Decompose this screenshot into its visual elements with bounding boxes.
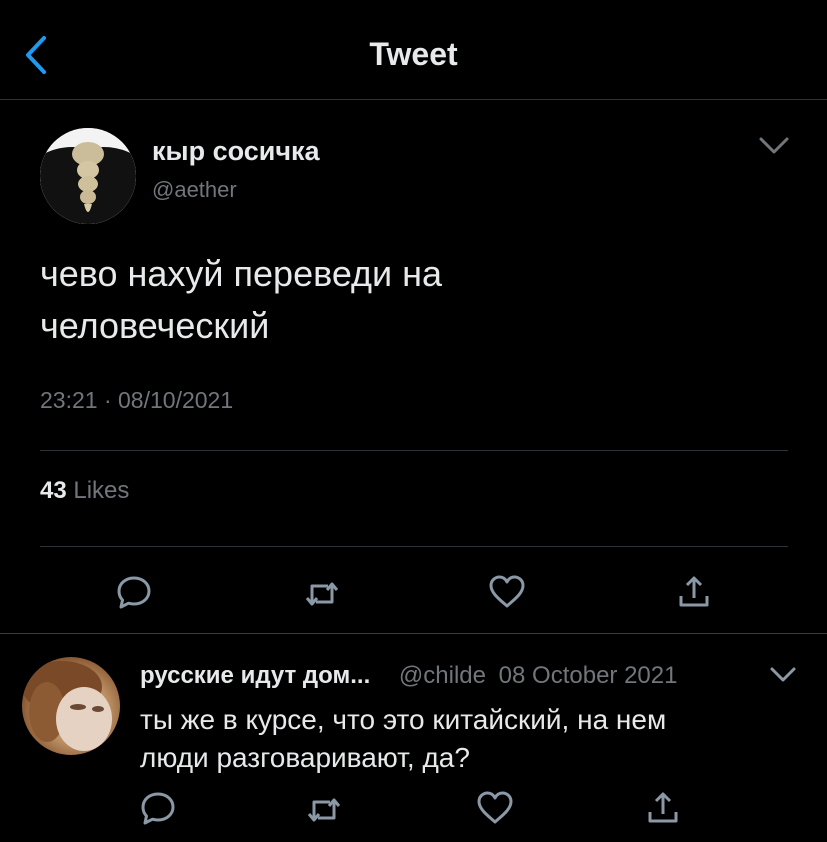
tweet-options-button[interactable] — [757, 134, 791, 158]
page-title: Tweet — [369, 36, 458, 72]
reply-text: ты же в курсе, что это китайский, на нем… — [140, 701, 780, 777]
author-handle[interactable]: @aether — [152, 177, 237, 203]
reply-reply-button[interactable] — [138, 788, 178, 828]
reply-text-line: ты же в курсе, что это китайский, на нем — [140, 704, 667, 735]
reply-like-button[interactable] — [475, 788, 515, 828]
author-name[interactable]: кыр сосичка — [152, 136, 320, 167]
divider — [40, 450, 788, 451]
reply-icon — [141, 792, 175, 825]
share-icon — [648, 792, 678, 823]
reply-author-handle[interactable]: @childe — [399, 662, 486, 689]
like-button[interactable] — [487, 572, 527, 612]
meta-separator: · — [103, 387, 112, 413]
reply-options-button[interactable] — [768, 664, 798, 686]
divider — [40, 546, 788, 547]
like-icon — [489, 575, 525, 608]
tweet-date: 08/10/2021 — [118, 387, 234, 413]
tweet-text-line: человеческий — [40, 305, 270, 346]
reply-author-avatar[interactable] — [22, 657, 120, 755]
reply-icon — [117, 576, 151, 609]
divider — [0, 633, 827, 634]
reply-header: русские идут дом... @childe 08 October 2… — [140, 662, 677, 690]
avatar-image — [40, 128, 136, 224]
reply-author-name[interactable]: русские идут дом... — [140, 662, 370, 689]
retweet-icon — [305, 582, 339, 606]
share-button[interactable] — [674, 572, 714, 612]
avatar-image — [22, 661, 112, 751]
author-avatar[interactable] — [40, 128, 136, 224]
tweet-text: чево нахуй переведи на человеческий — [40, 248, 640, 352]
reply-retweet-button[interactable] — [304, 790, 344, 830]
likes-label: Likes — [73, 477, 130, 504]
share-icon — [679, 576, 709, 607]
like-icon — [477, 791, 513, 824]
reply-date: 08 October 2021 — [498, 662, 678, 689]
header-bar: Tweet — [0, 0, 827, 100]
tweet-text-line: чево нахуй переведи на — [40, 253, 443, 294]
retweet-icon — [307, 798, 341, 822]
reply-button[interactable] — [114, 572, 154, 612]
likes-count: 43 — [40, 477, 67, 504]
chevron-down-icon — [770, 667, 796, 682]
reply-text-line: люди разговаривают, да? — [140, 742, 470, 773]
likes-link[interactable]: 43 Likes — [40, 477, 129, 505]
tweet-time: 23:21 — [40, 387, 98, 413]
chevron-down-icon — [759, 137, 789, 154]
tweet-timestamp: 23:21 · 08/10/2021 — [40, 387, 233, 414]
retweet-button[interactable] — [302, 574, 342, 614]
reply-share-button[interactable] — [643, 788, 683, 828]
